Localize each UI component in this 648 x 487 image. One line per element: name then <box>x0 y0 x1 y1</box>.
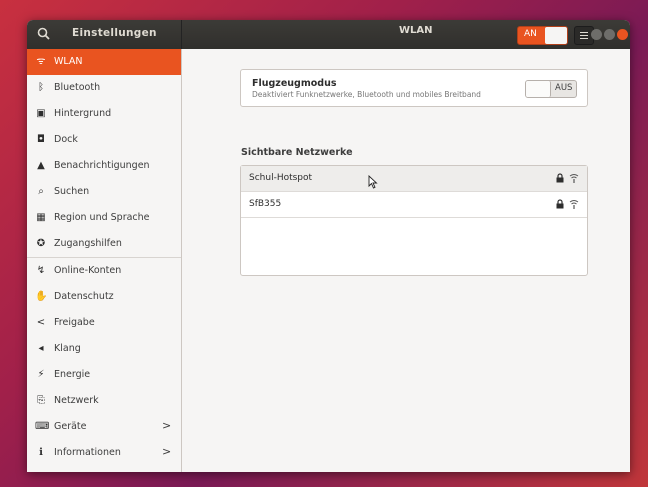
switch-knob <box>526 81 551 97</box>
network-row-schul-hotspot[interactable]: Schul-Hotspot <box>241 166 587 192</box>
sidebar-item-online-konten[interactable]: ↯ Online-Konten <box>27 258 181 284</box>
share-icon: < <box>36 317 46 328</box>
sidebar-item-hintergrund[interactable]: ▣ Hintergrund <box>27 101 181 127</box>
minimize-button[interactable] <box>591 29 602 40</box>
sidebar-item-datenschutz[interactable]: ✋ Datenschutz <box>27 284 181 310</box>
sidebar-item-region[interactable]: ▦ Region und Sprache <box>27 205 181 231</box>
airplane-mode-row: Flugzeugmodus Deaktiviert Funknetzwerke,… <box>240 69 588 107</box>
background-icon: ▣ <box>36 108 46 119</box>
airplane-mode-subtitle: Deaktiviert Funknetzwerke, Bluetooth und… <box>252 90 481 99</box>
headerbar-sidebar-section: Einstellungen <box>27 20 182 49</box>
mouse-cursor-icon <box>368 175 378 189</box>
airplane-switch-label: AUS <box>555 83 573 93</box>
sidebar-item-geraete[interactable]: ⌨ Geräte > <box>27 414 181 440</box>
sidebar-item-energie[interactable]: ⚡ Energie <box>27 362 181 388</box>
visible-networks-heading: Sichtbare Netzwerke <box>241 147 353 158</box>
hand-icon: ✋ <box>35 291 48 302</box>
sidebar-item-bluetooth[interactable]: ᛒ Bluetooth <box>27 75 181 101</box>
info-icon: ℹ <box>39 447 43 458</box>
network-list: Schul-Hotspot SfB355 <box>240 165 588 276</box>
sidebar-item-informationen[interactable]: ℹ Informationen > <box>27 440 181 466</box>
network-name: SfB355 <box>249 199 282 209</box>
online-accounts-icon: ↯ <box>36 265 46 276</box>
dock-icon: ◘ <box>37 134 45 145</box>
devices-icon: ⌨ <box>35 421 50 432</box>
sidebar-item-zugangshilfen[interactable]: ✪ Zugangshilfen <box>27 231 181 258</box>
wifi-power-switch[interactable]: AN <box>517 26 568 45</box>
speaker-icon: ◂ <box>38 343 44 354</box>
headerbar: Einstellungen WLAN AN <box>27 20 630 49</box>
maximize-button[interactable] <box>604 29 615 40</box>
search-icon[interactable] <box>36 26 52 42</box>
switch-knob <box>545 27 567 44</box>
wifi-signal-icon <box>569 200 579 209</box>
airplane-mode-switch[interactable]: AUS <box>525 80 577 98</box>
lock-icon <box>556 199 564 209</box>
battery-icon: ⚡ <box>37 369 45 380</box>
chevron-right-icon: > <box>162 445 172 458</box>
page-title: WLAN <box>399 25 433 36</box>
close-button[interactable] <box>617 29 628 40</box>
sidebar-item-freigabe[interactable]: < Freigabe <box>27 310 181 336</box>
wifi-signal-icon <box>569 174 579 183</box>
sidebar-item-netzwerk[interactable]: ⎘ Netzwerk <box>27 388 181 414</box>
sidebar-item-wlan[interactable]: ᯤ WLAN <box>27 49 181 75</box>
search-icon: ⌕ <box>38 186 44 197</box>
chevron-right-icon: > <box>162 419 172 432</box>
sidebar: ᯤ WLAN ᛒ Bluetooth ▣ Hintergrund ◘ Dock … <box>27 49 182 472</box>
hamburger-icon <box>580 32 588 33</box>
keyboard-icon: ▦ <box>36 212 46 223</box>
app-title: Einstellungen <box>72 27 157 39</box>
bell-icon: ▲ <box>37 160 45 171</box>
wifi-switch-label: AN <box>524 29 537 39</box>
sidebar-item-benachrichtigungen[interactable]: ▲ Benachrichtigungen <box>27 153 181 179</box>
network-name: Schul-Hotspot <box>249 173 313 183</box>
sidebar-item-suchen[interactable]: ⌕ Suchen <box>27 179 181 205</box>
wifi-icon: ᯤ <box>36 56 46 67</box>
bluetooth-icon: ᛒ <box>38 82 44 93</box>
sidebar-item-klang[interactable]: ◂ Klang <box>27 336 181 362</box>
accessibility-icon: ✪ <box>36 238 46 249</box>
sidebar-item-dock[interactable]: ◘ Dock <box>27 127 181 153</box>
wlan-panel: Flugzeugmodus Deaktiviert Funknetzwerke,… <box>182 49 630 472</box>
network-row-sfb355[interactable]: SfB355 <box>241 192 587 218</box>
airplane-mode-title: Flugzeugmodus <box>252 78 337 89</box>
settings-window: Einstellungen WLAN AN ᯤ WLAN ᛒ Bluetooth… <box>27 20 630 472</box>
network-icon: ⎘ <box>37 395 45 406</box>
lock-icon <box>556 173 564 183</box>
